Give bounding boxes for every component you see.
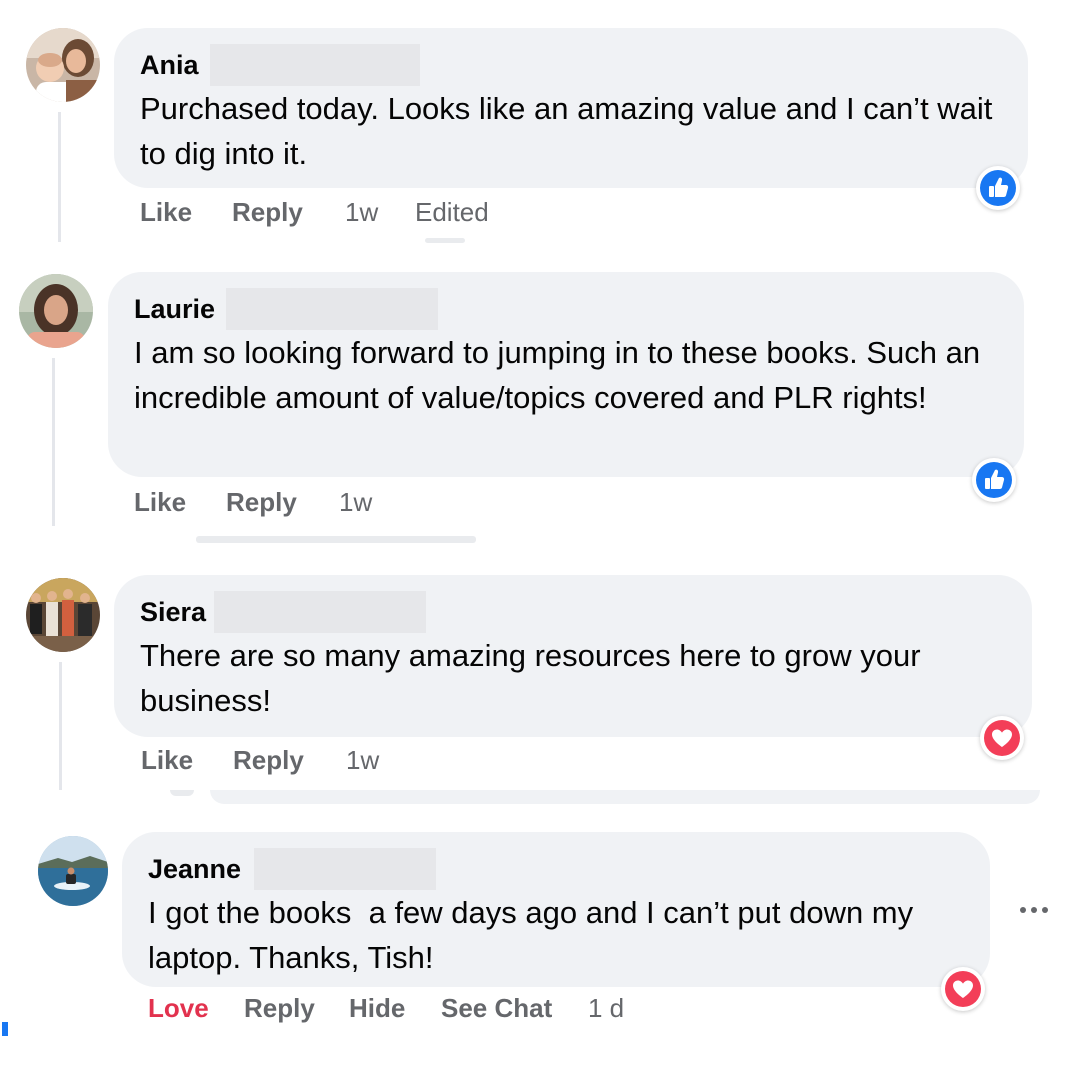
comment-author[interactable]: Laurie xyxy=(134,294,215,324)
avatar[interactable] xyxy=(19,274,93,348)
love-button[interactable]: Love xyxy=(148,988,209,1028)
like-button[interactable]: Like xyxy=(140,192,192,232)
timestamp[interactable]: 1w xyxy=(346,740,379,780)
heart-icon xyxy=(992,729,1012,747)
love-reaction-badge[interactable] xyxy=(980,716,1024,760)
comment-actions: Love Reply Hide See Chat 1 d xyxy=(148,988,648,1028)
like-reaction-badge[interactable] xyxy=(976,166,1020,210)
redacted-surname xyxy=(226,288,438,330)
love-reaction-badge[interactable] xyxy=(941,967,985,1011)
reply-button[interactable]: Reply xyxy=(233,740,304,780)
avatar[interactable] xyxy=(26,578,100,652)
comment-bubble: Ania Purchased today. Looks like an amaz… xyxy=(114,28,1028,188)
comment-text: Purchased today. Looks like an amazing v… xyxy=(140,91,993,171)
comment-author[interactable]: Ania xyxy=(140,50,199,80)
comment-bubble: Laurie I am so looking forward to jumpin… xyxy=(108,272,1024,477)
redacted-surname xyxy=(214,591,426,633)
comment-author[interactable]: Jeanne xyxy=(148,854,241,884)
comment-author[interactable]: Siera xyxy=(140,597,206,627)
edge-marker xyxy=(2,1022,8,1036)
reply-button[interactable]: Reply xyxy=(226,482,297,522)
comment-text: There are so many amazing resources here… xyxy=(140,638,921,718)
comment-actions: Like Reply 1w xyxy=(141,740,441,780)
comment-actions: Like Reply 1w xyxy=(134,482,434,522)
comment-bubble: Jeanne I got the books a few days ago an… xyxy=(122,832,990,987)
reply-button[interactable]: Reply xyxy=(232,192,303,232)
see-chat-button[interactable]: See Chat xyxy=(441,988,552,1028)
thread-line xyxy=(52,358,55,526)
edited-label[interactable]: Edited xyxy=(415,192,489,232)
thread-line xyxy=(58,112,61,242)
comment-text: I got the books a few days ago and I can… xyxy=(148,895,922,975)
clipped-reply-link xyxy=(425,238,465,243)
clipped-reply-link xyxy=(196,536,476,543)
redacted-surname xyxy=(210,44,420,86)
timestamp[interactable]: 1 d xyxy=(588,988,624,1028)
reply-button[interactable]: Reply xyxy=(244,988,315,1028)
thumbs-up-icon xyxy=(985,469,1005,489)
timestamp[interactable]: 1w xyxy=(339,482,372,522)
comment-actions: Like Reply 1w Edited xyxy=(140,192,560,232)
clipped-reply-link xyxy=(170,790,194,796)
hide-button[interactable]: Hide xyxy=(349,988,405,1028)
avatar[interactable] xyxy=(38,836,108,906)
thumbs-up-icon xyxy=(989,177,1009,197)
like-button[interactable]: Like xyxy=(134,482,186,522)
clipped-bubble xyxy=(210,790,1040,804)
thread-line xyxy=(59,662,62,790)
like-reaction-badge[interactable] xyxy=(972,458,1016,502)
heart-icon xyxy=(953,980,973,998)
timestamp[interactable]: 1w xyxy=(345,192,378,232)
redacted-surname xyxy=(254,848,436,890)
comment-text: I am so looking forward to jumping in to… xyxy=(134,335,981,415)
like-button[interactable]: Like xyxy=(141,740,193,780)
avatar[interactable] xyxy=(26,28,100,102)
comment-bubble: Siera There are so many amazing resource… xyxy=(114,575,1032,737)
more-options-icon[interactable] xyxy=(1004,892,1064,928)
